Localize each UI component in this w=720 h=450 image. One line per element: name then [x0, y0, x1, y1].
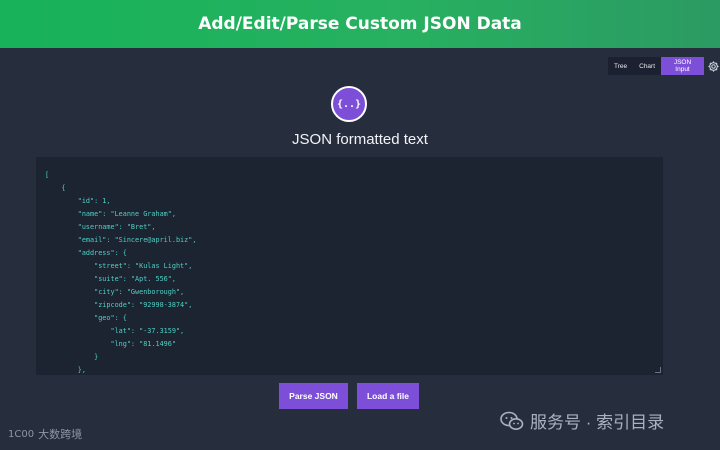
- code-line: }: [45, 353, 99, 361]
- logo-glyph: {..}: [336, 98, 362, 110]
- code-line: "city": "Gwenborough",: [45, 288, 185, 296]
- page-title: Add/Edit/Parse Custom JSON Data: [198, 14, 522, 34]
- watermark-left: 1C00 大数跨境: [8, 426, 82, 442]
- watermark-left-text: 大数跨境: [38, 429, 83, 441]
- code-line: "name": "Leanne Graham",: [45, 210, 176, 218]
- code-line: "suite": "Apt. 556",: [45, 275, 176, 283]
- json-editor[interactable]: [ { "id": 1, "name": "Leanne Graham", "u…: [36, 157, 663, 375]
- load-file-button[interactable]: Load a file: [357, 383, 419, 409]
- gear-icon[interactable]: [707, 59, 720, 73]
- header-banner: Add/Edit/Parse Custom JSON Data: [0, 0, 720, 48]
- code-line: },: [45, 366, 86, 374]
- watermark-right-text: 服务号 · 索引目录: [530, 413, 665, 432]
- code-line: "address": {: [45, 249, 127, 257]
- code-line: "id": 1,: [45, 197, 111, 205]
- code-line: "geo": {: [45, 314, 127, 322]
- code-line: "username": "Bret",: [45, 223, 156, 231]
- json-braces-icon: {..}: [331, 86, 367, 122]
- watermark-logo: 1C00: [8, 428, 35, 440]
- tab-json-input[interactable]: JSON Input: [661, 57, 704, 75]
- tab-tree[interactable]: Tree: [608, 57, 634, 75]
- code-line: "lng": "81.1496": [45, 340, 176, 348]
- code-line: [: [45, 171, 50, 179]
- wechat-icon: [500, 411, 524, 430]
- view-switcher: Tree Chart JSON Input: [608, 57, 720, 75]
- code-line: "email": "Sincere@april.biz",: [45, 236, 197, 244]
- code-line: {: [45, 184, 66, 192]
- tab-chart[interactable]: Chart: [633, 57, 662, 75]
- resize-handle[interactable]: [655, 367, 661, 373]
- section-heading: JSON formatted text: [292, 131, 428, 148]
- watermark-right: 服务号 · 索引目录: [500, 408, 664, 433]
- parse-json-button[interactable]: Parse JSON: [279, 383, 348, 409]
- code-line: "street": "Kulas Light",: [45, 262, 193, 270]
- code-line: "zipcode": "92998-3874",: [45, 301, 193, 309]
- code-lines: [ { "id": 1, "name": "Leanne Graham", "u…: [45, 169, 663, 375]
- code-line: "lat": "-37.3159",: [45, 327, 185, 335]
